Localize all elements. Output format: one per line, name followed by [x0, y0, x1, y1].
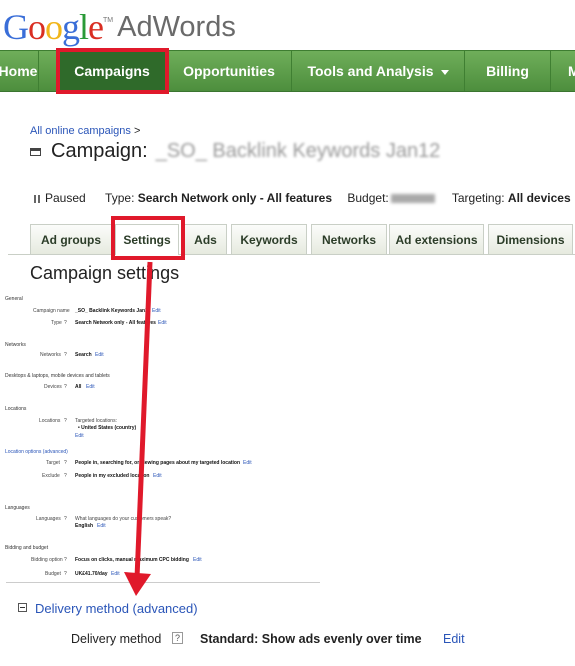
delivery-method-label: Delivery method	[71, 632, 162, 646]
campaign-name-edit[interactable]: Edit	[152, 308, 161, 314]
type-setting-value: Search Network only - All features	[75, 320, 156, 326]
bidding-label: Bidding option	[31, 557, 63, 563]
highlight-box-campaigns	[56, 48, 169, 94]
annotation-arrow-head	[124, 572, 151, 596]
breadcrumb-separator: >	[133, 125, 141, 137]
type-setting-label: Type	[51, 320, 62, 326]
collapse-icon[interactable]	[18, 603, 27, 612]
nav-billing[interactable]: Billing	[465, 51, 551, 91]
status-state[interactable]: Paused	[45, 191, 86, 205]
product-name: AdWords	[117, 11, 236, 43]
networks-edit[interactable]: Edit	[95, 352, 104, 358]
help-icon[interactable]: ?	[64, 571, 67, 577]
tab-dimensions[interactable]: Dimensions	[488, 224, 573, 254]
type-setting-edit[interactable]: Edit	[158, 320, 167, 326]
devices-edit[interactable]: Edit	[86, 384, 95, 390]
delivery-method-toggle[interactable]: Delivery method (advanced)	[35, 601, 198, 616]
bidding-value: Focus on clicks, manual maximum CPC bidd…	[75, 557, 189, 563]
target-value: People in, searching for, or viewing pag…	[75, 460, 241, 466]
delivery-method-edit[interactable]: Edit	[443, 632, 465, 646]
type-label: Type:	[105, 191, 135, 205]
exclude-edit[interactable]: Edit	[153, 473, 162, 479]
campaign-prefix: Campaign:	[51, 140, 148, 162]
targeting-value: All devices	[507, 191, 571, 205]
location-united-states: • United States (country)	[78, 425, 137, 431]
help-icon[interactable]: ?	[64, 352, 67, 358]
tab-keywords[interactable]: Keywords	[231, 224, 307, 254]
exclude-label: Exclude	[42, 473, 60, 479]
targeted-locations-label: Targeted locations:	[75, 418, 117, 424]
section-bidding: Bidding and budget	[5, 545, 49, 551]
section-general: General	[5, 296, 23, 302]
budget-setting-value: UK£41.70/day	[75, 571, 108, 577]
tab-ads[interactable]: Ads	[184, 224, 227, 254]
networks-value: Search	[75, 352, 92, 358]
networks-label: Networks	[40, 352, 61, 358]
trademark: TM	[103, 17, 114, 24]
languages-question: What languages do your customers speak?	[75, 516, 172, 522]
tab-ad-groups[interactable]: Ad groups	[30, 224, 112, 254]
section-networks: Networks	[5, 342, 26, 348]
languages-label: Languages	[36, 516, 61, 522]
budget-label: Budget:	[347, 191, 389, 205]
breadcrumb-all-campaigns[interactable]: All online campaigns	[30, 125, 131, 137]
devices-value: All	[75, 384, 82, 390]
campaign-name-value: _SO_ Backlink Keywords Jan12	[75, 308, 151, 314]
pause-icon	[34, 195, 40, 203]
campaign-settings-heading: Campaign settings	[30, 263, 180, 283]
delivery-method-value: Standard: Show ads evenly over time	[200, 632, 422, 646]
help-icon[interactable]: ?	[64, 418, 67, 424]
target-label: Target	[46, 460, 60, 466]
campaign-name: _SO_ Backlink Keywords Jan12	[155, 140, 441, 162]
type-value: Search Network only - All features	[137, 191, 333, 205]
breadcrumb: All online campaigns >	[30, 125, 140, 137]
languages-edit[interactable]: Edit	[97, 523, 106, 529]
chevron-down-icon	[440, 69, 449, 75]
bidding-edit[interactable]: Edit	[193, 557, 202, 563]
google-wordmark: Google	[3, 7, 104, 47]
nav-opportunities[interactable]: Opportunities	[167, 51, 292, 91]
campaign-name-label: Campaign name	[33, 308, 70, 314]
campaign-status-bar: Paused Type: Search Network only - All f…	[34, 191, 571, 205]
folder-icon	[30, 147, 41, 156]
thumbnail-divider	[6, 582, 320, 583]
nav-more[interactable]: M	[551, 51, 575, 91]
targeting-label: Targeting:	[451, 191, 505, 205]
section-devices: Desktops & laptops, mobile devices and t…	[5, 373, 110, 379]
adwords-logo[interactable]: Google TM AdWords	[3, 6, 236, 46]
tab-networks[interactable]: Networks	[311, 224, 387, 254]
nav-home[interactable]: Home	[0, 51, 39, 91]
budget-value-redacted	[390, 194, 435, 204]
help-icon[interactable]: ?	[172, 632, 183, 644]
tab-ad-extensions[interactable]: Ad extensions	[389, 224, 484, 254]
help-icon[interactable]: ?	[64, 460, 67, 466]
languages-value: English	[75, 523, 94, 529]
nav-tools-and-analysis[interactable]: Tools and Analysis	[292, 51, 465, 91]
locations-label: Locations	[39, 418, 61, 424]
annotation-arrow	[124, 261, 153, 596]
section-locations: Locations	[5, 406, 27, 412]
locations-edit[interactable]: Edit	[75, 433, 84, 439]
tabs-spacer	[8, 224, 30, 255]
budget-setting-edit[interactable]: Edit	[111, 571, 120, 577]
help-icon[interactable]: ?	[64, 557, 67, 563]
help-icon[interactable]: ?	[64, 320, 67, 326]
help-icon[interactable]: ?	[64, 473, 67, 479]
target-edit[interactable]: Edit	[243, 460, 252, 466]
help-icon[interactable]: ?	[64, 384, 67, 390]
help-icon[interactable]: ?	[64, 516, 67, 522]
page-title: Campaign: _SO_ Backlink Keywords Jan12	[30, 140, 440, 163]
location-options-toggle[interactable]: Location options (advanced)	[5, 449, 68, 455]
devices-label: Devices	[44, 384, 62, 390]
nav-tools-label: Tools and Analysis	[307, 63, 434, 79]
section-languages: Languages	[5, 505, 30, 511]
highlight-box-settings	[111, 216, 185, 260]
budget-setting-label: Budget	[45, 571, 61, 577]
exclude-value: People in my excluded location	[75, 473, 150, 479]
